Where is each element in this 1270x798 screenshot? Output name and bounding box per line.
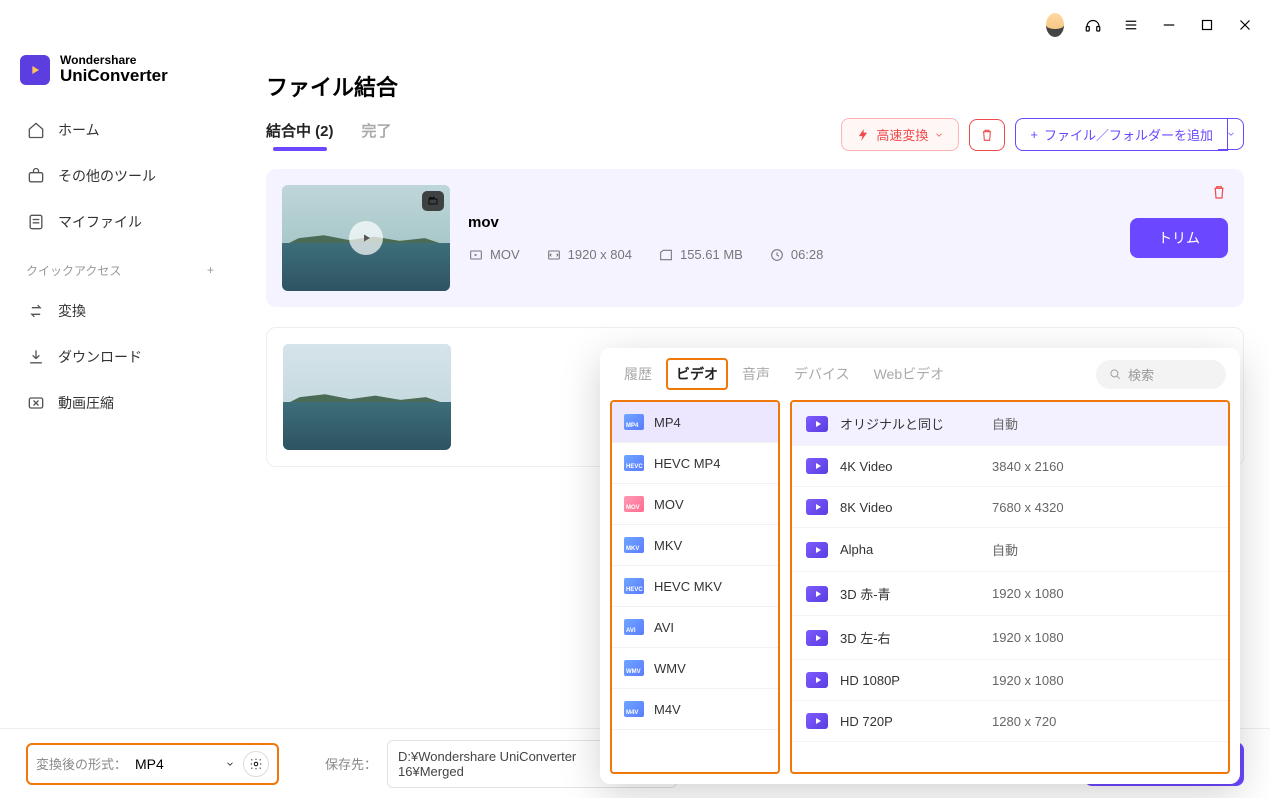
format-item-mkv[interactable]: MKV [612, 525, 778, 566]
format-item-mov[interactable]: MOV [612, 484, 778, 525]
file-card: mov MOV 1920 x 804 155.61 MB 06:28 トリム [266, 169, 1244, 307]
sidebar-item-home[interactable]: ホーム [20, 110, 220, 150]
clapper-icon [422, 191, 444, 211]
format-icon [624, 496, 644, 512]
preset-item[interactable]: 3D 左-右1920 x 1080 [792, 616, 1228, 660]
save-location-label: 保存先： [325, 754, 377, 773]
minimize-button[interactable] [1160, 16, 1178, 34]
sidebar-item-convert[interactable]: 変換 [20, 291, 220, 331]
sidebar-item-label: マイファイル [58, 212, 142, 232]
sidebar-item-tools[interactable]: その他のツール [20, 156, 220, 196]
menu-icon[interactable] [1122, 16, 1140, 34]
fp-tab-history[interactable]: 履歴 [614, 358, 662, 390]
preset-item[interactable]: Alpha自動 [792, 528, 1228, 572]
preset-icon [806, 713, 828, 729]
format-icon [624, 537, 644, 553]
preset-icon [806, 630, 828, 646]
format-item-wmv[interactable]: WMV [612, 648, 778, 689]
play-icon [349, 221, 383, 255]
sidebar-item-label: その他のツール [58, 166, 156, 186]
remove-file-button[interactable] [1210, 183, 1228, 206]
home-icon [26, 120, 46, 140]
preset-icon [806, 458, 828, 474]
output-settings-button[interactable] [243, 751, 269, 777]
format-icon [624, 660, 644, 676]
toolbox-icon [26, 166, 46, 186]
logo-mark-icon [20, 55, 50, 85]
output-format-label: 変換後の形式： [36, 754, 127, 773]
preset-item[interactable]: 8K Video7680 x 4320 [792, 487, 1228, 528]
format-search-input[interactable]: 検索 [1096, 360, 1226, 389]
page-title: ファイル結合 [266, 70, 1244, 102]
delete-all-button[interactable] [969, 119, 1005, 151]
meta-format: MOV [468, 247, 520, 263]
support-icon[interactable] [1084, 16, 1102, 34]
format-item-mp4[interactable]: MP4 [612, 402, 778, 443]
convert-icon [26, 301, 46, 321]
preset-icon [806, 542, 828, 558]
preset-icon [806, 586, 828, 602]
video-thumbnail[interactable] [282, 185, 450, 291]
preset-icon [806, 672, 828, 688]
preset-list: オリジナルと同じ自動 4K Video3840 x 2160 8K Video7… [790, 400, 1230, 774]
fp-tab-audio[interactable]: 音声 [732, 358, 780, 390]
sidebar: WondershareUniConverter ホーム その他のツール マイファ… [0, 50, 240, 728]
preset-icon [806, 499, 828, 515]
meta-duration: 06:28 [769, 247, 824, 263]
preset-item[interactable]: 4K Video3840 x 2160 [792, 446, 1228, 487]
format-item-hevc-mkv[interactable]: HEVC MKV [612, 566, 778, 607]
tab-merging[interactable]: 結合中 (2) [266, 120, 334, 149]
sidebar-item-label: ホーム [58, 120, 100, 140]
files-icon [26, 212, 46, 232]
preset-item[interactable]: HD 1080P1920 x 1080 [792, 660, 1228, 701]
sidebar-item-download[interactable]: ダウンロード [20, 337, 220, 377]
fp-tab-web[interactable]: Webビデオ [864, 358, 955, 390]
sidebar-item-label: 動画圧縮 [58, 393, 114, 413]
format-icon [624, 701, 644, 717]
add-file-dropdown[interactable] [1218, 118, 1244, 150]
add-quick-icon[interactable]: + [207, 263, 214, 277]
trim-button[interactable]: トリム [1130, 218, 1228, 258]
format-icon [624, 578, 644, 594]
add-file-button[interactable]: +ファイル／フォルダーを追加 [1015, 118, 1228, 151]
format-icon [624, 414, 644, 430]
preset-item[interactable]: 3D 赤-青1920 x 1080 [792, 572, 1228, 616]
download-icon [26, 347, 46, 367]
sidebar-item-myfiles[interactable]: マイファイル [20, 202, 220, 242]
sidebar-item-compress[interactable]: 動画圧縮 [20, 383, 220, 423]
sidebar-item-label: ダウンロード [58, 347, 142, 367]
preset-item[interactable]: オリジナルと同じ自動 [792, 402, 1228, 446]
video-thumbnail-2[interactable] [283, 344, 451, 450]
format-item-avi[interactable]: AVI [612, 607, 778, 648]
meta-resolution: 1920 x 804 [546, 247, 632, 263]
app-logo: WondershareUniConverter [20, 50, 220, 110]
format-item-m4v[interactable]: M4V [612, 689, 778, 730]
quick-access-header: クイックアクセス+ [20, 248, 220, 285]
close-button[interactable] [1236, 16, 1254, 34]
format-icon [624, 619, 644, 635]
format-icon [624, 455, 644, 471]
brand-line2: UniConverter [60, 67, 168, 86]
output-format-group: 変換後の形式： MP4 [26, 743, 279, 785]
maximize-button[interactable] [1198, 16, 1216, 34]
preset-item[interactable]: HD 720P1280 x 720 [792, 701, 1228, 742]
preset-icon [806, 416, 828, 432]
fp-tab-video[interactable]: ビデオ [666, 358, 728, 390]
meta-size: 155.61 MB [658, 247, 743, 263]
sidebar-item-label: 変換 [58, 301, 86, 321]
tab-done[interactable]: 完了 [362, 120, 392, 149]
file-name: mov [468, 214, 1112, 231]
highspeed-toggle[interactable]: 高速変換 [841, 118, 959, 151]
compress-icon [26, 393, 46, 413]
avatar[interactable] [1046, 16, 1064, 34]
fp-tab-device[interactable]: デバイス [784, 358, 860, 390]
format-list: MP4 HEVC MP4 MOV MKV HEVC MKV AVI WMV M4… [610, 400, 780, 774]
format-item-hevc-mp4[interactable]: HEVC MP4 [612, 443, 778, 484]
format-popup: 履歴 ビデオ 音声 デバイス Webビデオ 検索 MP4 HEVC MP4 MO… [600, 348, 1240, 784]
output-format-select[interactable]: MP4 [135, 756, 235, 772]
